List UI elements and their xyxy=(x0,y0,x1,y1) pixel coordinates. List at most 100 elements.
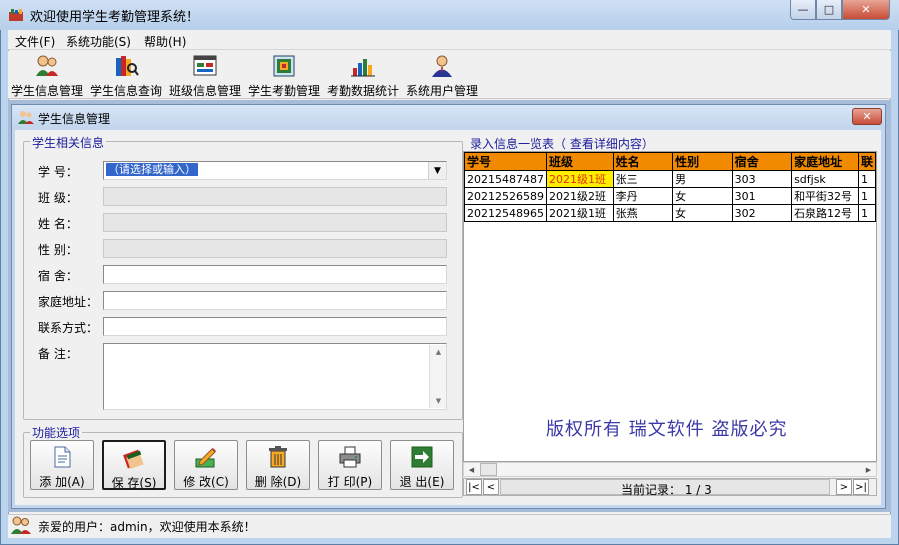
table-cell-selected[interactable]: 2021级1班 xyxy=(545,170,614,188)
scroll-left-icon[interactable]: ◀ xyxy=(464,463,479,476)
remark-textarea[interactable] xyxy=(103,343,447,410)
field-label-dorm: 宿 舍： xyxy=(38,269,78,283)
field-label-name: 姓 名： xyxy=(38,217,78,231)
scroll-right-icon[interactable]: ▶ xyxy=(861,463,876,476)
maximize-button[interactable]: □ xyxy=(816,0,842,20)
books-search-icon xyxy=(113,54,139,78)
users-icon xyxy=(10,516,32,534)
field-label-remark: 备 注： xyxy=(38,347,78,361)
exit-button[interactable]: 退 出(E) xyxy=(390,440,454,490)
table-cell[interactable]: 2021级2班 xyxy=(545,187,614,205)
minimize-button[interactable]: — xyxy=(790,0,816,20)
toolbar-class-info-manage[interactable]: 班级信息管理 xyxy=(168,52,242,98)
column-header[interactable]: 班级 xyxy=(545,152,614,171)
class-board-icon xyxy=(192,54,218,78)
status-message: 亲爱的用户：admin，欢迎使用本系统！ xyxy=(38,520,256,534)
toolbar-attendance-manage[interactable]: 学生考勤管理 xyxy=(247,52,321,98)
table-row[interactable]: 20212548965 2021级1班 张燕 女 302 石泉路12号 1 xyxy=(464,204,876,222)
scroll-thumb[interactable] xyxy=(480,463,497,476)
child-title-bar[interactable] xyxy=(12,105,885,129)
app-icon xyxy=(8,8,24,22)
toolbar-label: 班级信息管理 xyxy=(168,84,241,98)
save-book-icon xyxy=(122,446,146,470)
close-button[interactable]: ✕ xyxy=(842,0,890,20)
records-table: 学号 班级 姓名 性别 宿舍 家庭地址 联 20215487487 2021级1… xyxy=(464,152,876,222)
table-row[interactable]: 20212526589 2021级2班 李丹 女 301 和平街32号 1 xyxy=(464,187,876,205)
window-title: 欢迎使用学生考勤管理系统！ xyxy=(30,10,200,25)
column-header[interactable]: 性别 xyxy=(672,152,733,171)
table-cell[interactable]: 1 xyxy=(857,187,876,205)
column-header[interactable]: 家庭地址 xyxy=(791,152,859,171)
table-cell[interactable]: 女 xyxy=(672,204,733,222)
column-header[interactable]: 宿舍 xyxy=(731,152,793,171)
menu-file[interactable]: 文件(F) xyxy=(15,33,55,50)
prev-record-button[interactable]: < xyxy=(483,479,499,495)
table-cell[interactable]: 303 xyxy=(731,170,793,188)
trash-icon xyxy=(266,445,290,469)
table-cell[interactable]: 20212548965 xyxy=(464,204,547,222)
table-cell[interactable]: sdfjsk xyxy=(791,170,859,188)
chevron-down-icon[interactable]: ▼ xyxy=(428,162,446,179)
toolbar-attendance-stats[interactable]: 考勤数据统计 xyxy=(326,52,400,98)
exit-label: 退 出(E) xyxy=(399,475,445,489)
first-record-button[interactable]: |< xyxy=(466,479,482,495)
scroll-up-icon[interactable]: ▲ xyxy=(430,345,447,359)
student-info-legend: 学生相关信息 xyxy=(30,134,107,151)
print-button[interactable]: 打 印(P) xyxy=(318,440,382,490)
table-cell[interactable]: 男 xyxy=(672,170,733,188)
user-admin-icon xyxy=(429,54,455,78)
toolbar-user-manage[interactable]: 系统用户管理 xyxy=(405,52,479,98)
copyright-watermark: 版权所有 瑞文软件 盗版必究 xyxy=(546,419,788,440)
function-legend: 功能选项 xyxy=(30,424,83,441)
menu-system[interactable]: 系统功能(S) xyxy=(66,33,131,50)
table-row[interactable]: 20215487487 2021级1班 张三 男 303 sdfjsk 1 xyxy=(464,170,876,188)
grid-horizontal-scrollbar[interactable]: ◀ ▶ xyxy=(463,462,877,477)
table-cell[interactable]: 1 xyxy=(857,170,876,188)
menu-help[interactable]: 帮助(H) xyxy=(144,33,186,50)
bar-stats-icon xyxy=(350,54,376,78)
toolbar-student-info-manage[interactable]: 学生信息管理 xyxy=(10,52,84,98)
dorm-field[interactable] xyxy=(103,265,447,284)
table-cell[interactable]: 张三 xyxy=(612,170,674,188)
table-header-row: 学号 班级 姓名 性别 宿舍 家庭地址 联 xyxy=(464,152,876,171)
table-cell[interactable]: 石泉路12号 xyxy=(791,204,859,222)
toolbar-label: 考勤数据统计 xyxy=(326,84,399,98)
last-record-button[interactable]: >| xyxy=(853,479,869,495)
edit-button[interactable]: 修 改(C) xyxy=(174,440,238,490)
toolbar-label: 学生信息查询 xyxy=(89,84,162,98)
scroll-down-icon[interactable]: ▼ xyxy=(430,394,447,408)
table-cell[interactable]: 301 xyxy=(731,187,793,205)
table-cell[interactable]: 20215487487 xyxy=(464,170,547,188)
child-window-title: 学生信息管理 xyxy=(38,112,111,126)
save-button[interactable]: 保 存(S) xyxy=(102,440,166,490)
address-field[interactable] xyxy=(103,291,447,310)
gender-field xyxy=(103,239,447,258)
toolbar-student-info-query[interactable]: 学生信息查询 xyxy=(89,52,163,98)
table-cell[interactable]: 张燕 xyxy=(612,204,674,222)
field-label-address: 家庭地址： xyxy=(38,295,99,309)
next-record-button[interactable]: > xyxy=(836,479,852,495)
table-cell[interactable]: 1 xyxy=(857,204,876,222)
table-cell[interactable]: 和平街32号 xyxy=(791,187,859,205)
table-cell[interactable]: 20212526589 xyxy=(464,187,547,205)
child-close-button[interactable]: ✕ xyxy=(852,108,882,125)
toolbar-label: 学生考勤管理 xyxy=(247,84,320,98)
add-button[interactable]: 添 加(A) xyxy=(30,440,94,490)
menu-bar xyxy=(8,30,891,50)
column-header[interactable]: 学号 xyxy=(464,152,547,171)
field-label-class: 班 级： xyxy=(38,191,78,205)
column-header[interactable]: 联 xyxy=(857,152,876,171)
print-label: 打 印(P) xyxy=(327,475,373,489)
class-field xyxy=(103,187,447,206)
table-cell[interactable]: 2021级1班 xyxy=(545,204,614,222)
remark-scrollbar[interactable]: ▲ ▼ xyxy=(429,345,446,408)
contact-field[interactable] xyxy=(103,317,447,336)
exit-arrow-icon xyxy=(410,445,434,469)
field-label-gender: 性 别： xyxy=(38,243,78,257)
table-cell[interactable]: 302 xyxy=(731,204,793,222)
column-header[interactable]: 姓名 xyxy=(612,152,674,171)
table-cell[interactable]: 李丹 xyxy=(612,187,674,205)
delete-button[interactable]: 删 除(D) xyxy=(246,440,310,490)
toolbar-label: 系统用户管理 xyxy=(405,84,478,98)
table-cell[interactable]: 女 xyxy=(672,187,733,205)
